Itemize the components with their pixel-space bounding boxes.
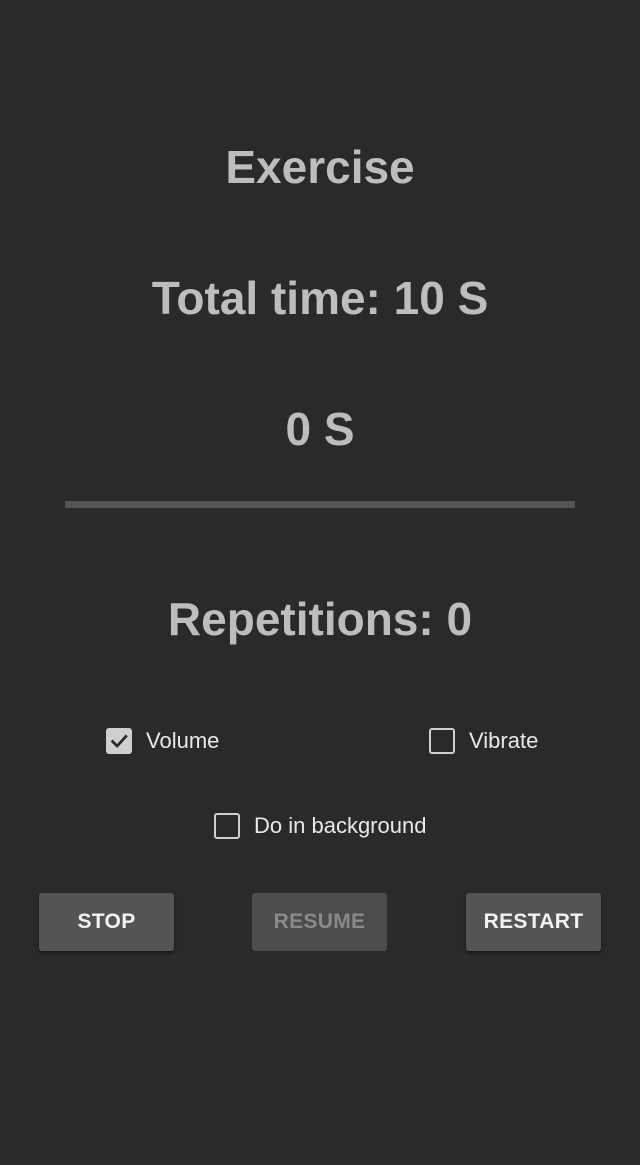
check-icon xyxy=(110,734,128,749)
volume-checkbox[interactable]: Volume xyxy=(106,724,219,758)
exercise-screen: Exercise Total time: 10 S 0 S Repetition… xyxy=(0,0,640,1165)
volume-label: Volume xyxy=(146,728,220,753)
vibrate-label: Vibrate xyxy=(469,728,539,753)
background-label: Do in background xyxy=(254,813,427,838)
restart-button[interactable]: RESTART xyxy=(466,893,601,951)
stop-button[interactable]: STOP xyxy=(39,893,174,951)
volume-checkbox-box[interactable] xyxy=(106,728,132,754)
vibrate-checkbox[interactable]: Vibrate xyxy=(429,724,538,758)
repetitions-label: Repetitions: 0 xyxy=(167,593,473,645)
resume-button[interactable]: RESUME xyxy=(252,893,387,951)
background-checkbox-box[interactable] xyxy=(214,813,240,839)
elapsed-time-label: 0 S xyxy=(285,403,355,455)
page-title: Exercise xyxy=(225,141,415,193)
progress-bar xyxy=(65,501,575,508)
total-time-label: Total time: 10 S xyxy=(151,272,489,324)
background-checkbox[interactable]: Do in background xyxy=(214,809,426,843)
vibrate-checkbox-box[interactable] xyxy=(429,728,455,754)
